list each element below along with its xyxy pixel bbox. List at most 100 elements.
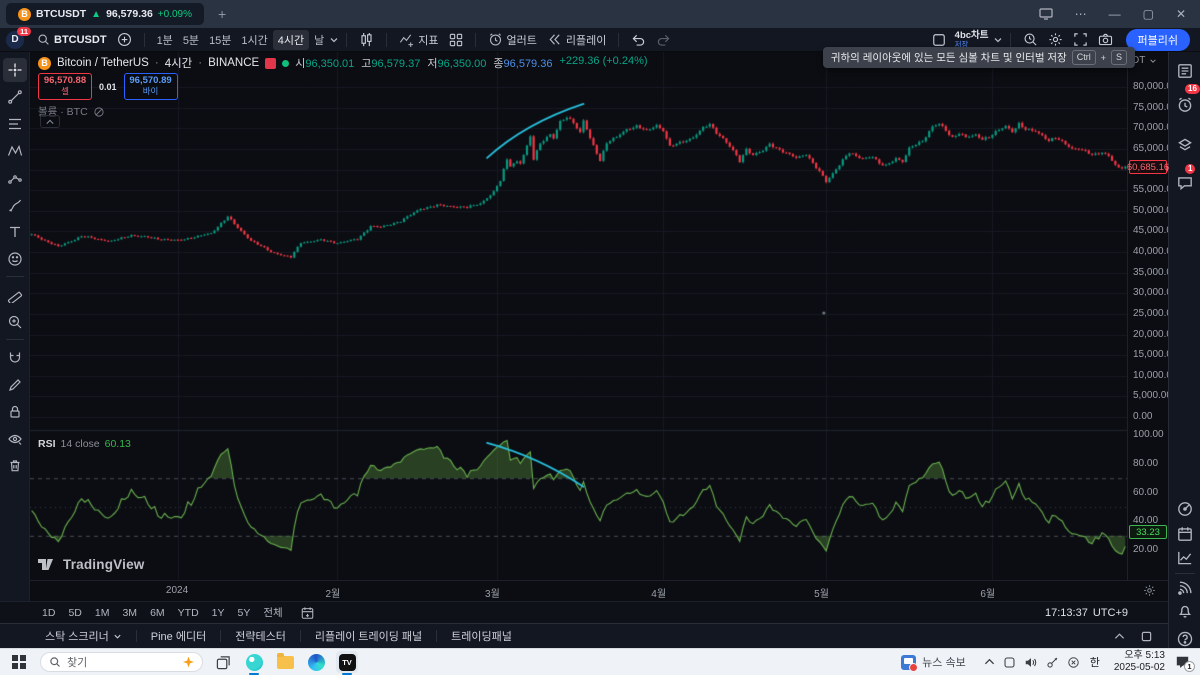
undo-icon[interactable] <box>626 30 651 50</box>
clock-area[interactable]: 17:13:37 UTC+9 <box>1045 607 1168 619</box>
axis-symbol-header[interactable]: DT <box>1132 55 1157 66</box>
text-tool-icon[interactable] <box>3 220 27 244</box>
zoom-in-tool-icon[interactable] <box>3 310 27 334</box>
sell-button[interactable]: 96,570.88 셀 <box>38 73 92 100</box>
tab-replay-trading-panel[interactable]: 리플레이 트레이딩 패널 <box>315 628 422 644</box>
tab-trading-panel[interactable]: 트레이딩패널 <box>451 628 512 644</box>
fib-retracement-tool-icon[interactable] <box>3 112 27 136</box>
range-1d[interactable]: 1D <box>42 607 55 619</box>
redo-icon[interactable] <box>651 30 676 50</box>
range-6m[interactable]: 6M <box>150 607 165 619</box>
chart-tab[interactable]: B BTCUSDT ▲ 96,579.36 +0.09% <box>6 3 204 25</box>
price-axis[interactable]: DT 60,685.16 33.23 80,000.0075,000.0070,… <box>1127 52 1168 580</box>
tab-strategy-tester[interactable]: 전략테스터 <box>235 628 286 644</box>
emoji-tool-icon[interactable] <box>3 247 27 271</box>
buy-button[interactable]: 96,570.89 바이 <box>124 73 178 100</box>
legend-separator: · <box>155 57 159 69</box>
maximize-button[interactable]: ▢ <box>1143 7 1154 21</box>
notifications-bell-icon[interactable] <box>1176 602 1194 620</box>
axis-settings-gear-icon[interactable] <box>1143 584 1156 597</box>
replay-button[interactable]: 리플레이 <box>542 30 611 50</box>
tray-close-circle-icon[interactable] <box>1067 656 1080 669</box>
hidden-icons-chevron[interactable] <box>984 658 995 666</box>
range-1m[interactable]: 1M <box>95 607 110 619</box>
range-5d[interactable]: 5D <box>68 607 81 619</box>
volume-speaker-icon[interactable] <box>1024 656 1038 669</box>
indicators-button[interactable]: 지표 <box>394 30 443 50</box>
tab-pine-editor[interactable]: Pine 에디터 <box>151 628 206 644</box>
tray-tool-icon[interactable] <box>1046 656 1059 669</box>
range-all[interactable]: 전체 <box>263 605 282 620</box>
layout-chevron-down-icon[interactable] <box>993 35 1003 45</box>
candle-style-icon[interactable] <box>354 30 379 50</box>
drawing-mode-pencil-icon[interactable] <box>3 373 27 397</box>
interval-1d[interactable]: 날 <box>309 30 329 50</box>
legend-symbol[interactable]: Bitcoin / TetherUS <box>57 57 149 69</box>
help-icon[interactable] <box>1176 630 1194 648</box>
delete-drawings-trash-icon[interactable] <box>3 454 27 478</box>
windows-start-button[interactable] <box>12 655 26 669</box>
legend-collapse-button[interactable] <box>40 115 60 128</box>
monitor-icon[interactable] <box>1039 8 1053 20</box>
measure-ruler-icon[interactable] <box>3 283 27 307</box>
file-explorer-button[interactable] <box>274 651 296 673</box>
taskbar-search-box[interactable]: 찾기 <box>40 652 203 672</box>
expand-panel-chevron-icon[interactable] <box>1114 632 1125 640</box>
whale-browser-button[interactable] <box>243 651 265 673</box>
user-avatar[interactable]: D 11 <box>6 31 24 49</box>
price-chart-canvas[interactable] <box>30 52 1127 580</box>
news-widget-button[interactable]: 뉴스 속보 <box>901 654 966 670</box>
chat-icon[interactable] <box>1176 174 1194 192</box>
pattern-tool-icon[interactable] <box>3 139 27 163</box>
watchlist-icon[interactable] <box>1176 62 1194 80</box>
calendar-icon[interactable] <box>1176 525 1194 543</box>
system-clock[interactable]: 오후 5:13 2025-05-02 <box>1114 650 1165 674</box>
visibility-off-eye-icon[interactable] <box>93 106 105 118</box>
interval-1m[interactable]: 1분 <box>152 30 178 50</box>
range-3m[interactable]: 3M <box>122 607 137 619</box>
tab-stock-screener[interactable]: 스탁 스크리너 <box>45 628 122 644</box>
window-menu-icon[interactable]: ⋯ <box>1075 7 1087 21</box>
rsi-legend[interactable]: RSI 14 close 60.13 <box>38 438 131 450</box>
forecast-tool-icon[interactable] <box>3 166 27 190</box>
range-1y[interactable]: 1Y <box>212 607 225 619</box>
maximize-panel-icon[interactable] <box>1141 631 1152 642</box>
time-axis[interactable]: 20242월3월4월5월6월 <box>30 580 1168 601</box>
range-ytd[interactable]: YTD <box>178 607 199 619</box>
magnet-mode-icon[interactable] <box>3 346 27 370</box>
interval-5m[interactable]: 5분 <box>178 30 204 50</box>
tray-app-icon[interactable] <box>1003 656 1016 669</box>
scanner-target-icon[interactable] <box>1176 500 1194 518</box>
tradingview-app-button[interactable]: TV <box>336 651 358 673</box>
edge-browser-button[interactable] <box>305 651 327 673</box>
close-button[interactable]: ✕ <box>1176 7 1186 21</box>
alerts-clock-icon[interactable] <box>1176 96 1194 114</box>
alert-button[interactable]: 얼러트 <box>483 30 542 50</box>
streams-signal-icon[interactable] <box>1176 579 1194 597</box>
symbol-search-button[interactable]: BTCUSDT <box>32 30 112 50</box>
task-view-button[interactable] <box>212 651 234 673</box>
legend-exchange[interactable]: BINANCE <box>208 57 259 69</box>
object-tree-chart-icon[interactable] <box>1176 549 1194 567</box>
notification-center-button[interactable]: 1 <box>1175 655 1190 669</box>
trend-line-tool-icon[interactable] <box>3 85 27 109</box>
interval-1h[interactable]: 1시간 <box>236 30 272 50</box>
interval-chevron-down-icon[interactable] <box>329 35 339 45</box>
object-layers-icon[interactable] <box>1176 136 1194 154</box>
new-tab-button[interactable]: + <box>218 6 226 22</box>
legend-interval[interactable]: 4시간 <box>165 55 193 71</box>
hide-drawings-eye-icon[interactable] <box>3 427 27 451</box>
indicator-templates-icon[interactable] <box>444 30 468 50</box>
interval-4h-selected[interactable]: 4시간 <box>273 30 309 50</box>
publish-button[interactable]: 퍼블리쉬 <box>1126 29 1190 51</box>
compare-add-icon[interactable] <box>112 30 137 50</box>
minimize-button[interactable]: — <box>1109 7 1121 21</box>
crosshair-tool-icon[interactable] <box>3 58 27 82</box>
go-to-date-icon[interactable] <box>300 606 315 620</box>
chart-pane[interactable]: B Bitcoin / TetherUS · 4시간 · BINANCE 시96… <box>30 52 1127 580</box>
interval-15m[interactable]: 15분 <box>204 30 236 50</box>
brush-tool-icon[interactable] <box>3 193 27 217</box>
ime-korean-indicator[interactable]: 한 <box>1090 654 1100 670</box>
range-5y[interactable]: 5Y <box>238 607 251 619</box>
lock-drawings-icon[interactable] <box>3 400 27 424</box>
